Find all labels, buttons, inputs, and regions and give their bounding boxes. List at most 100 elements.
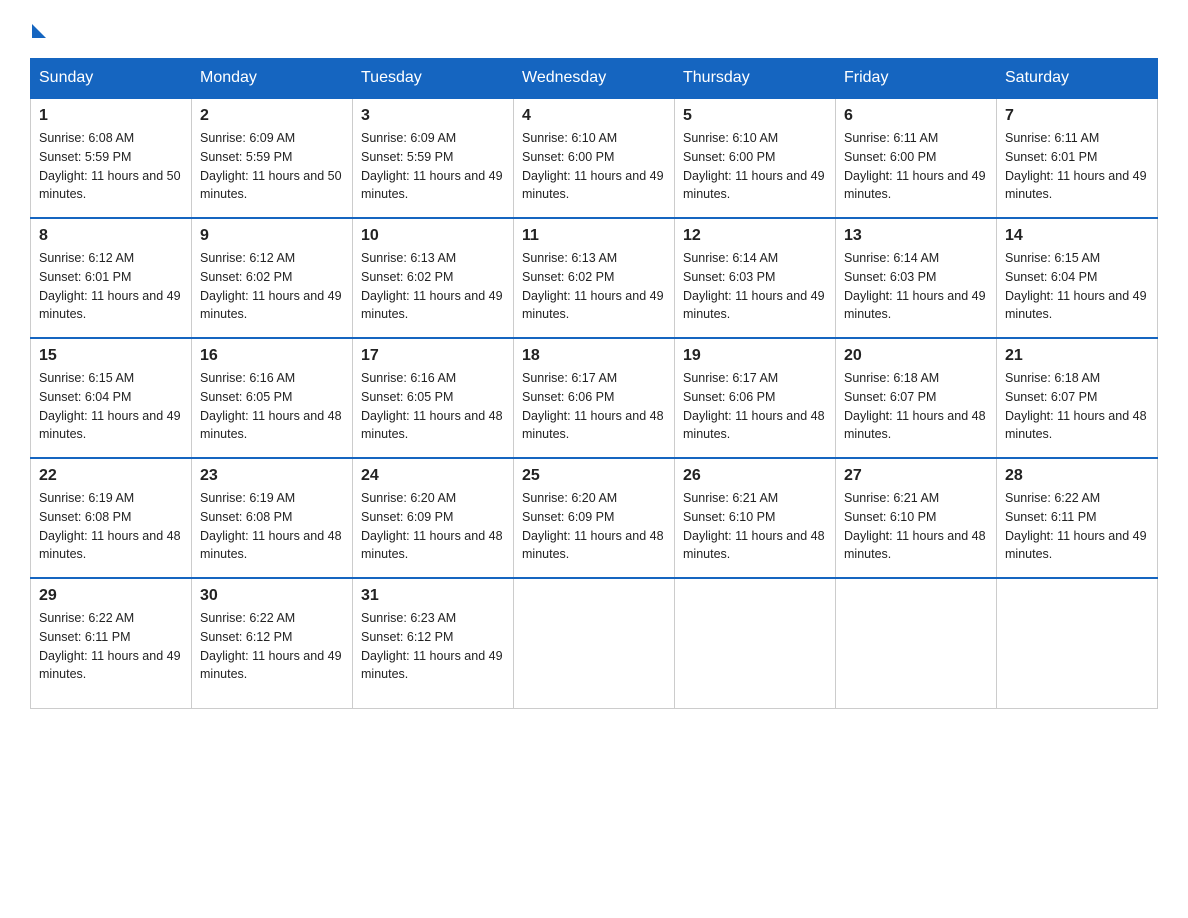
day-number: 12 bbox=[683, 227, 827, 245]
day-number: 15 bbox=[39, 347, 183, 365]
day-info: Sunrise: 6:09 AM Sunset: 5:59 PM Dayligh… bbox=[200, 129, 344, 204]
day-info: Sunrise: 6:20 AM Sunset: 6:09 PM Dayligh… bbox=[361, 489, 505, 564]
calendar-cell bbox=[675, 578, 836, 708]
calendar-cell: 2 Sunrise: 6:09 AM Sunset: 5:59 PM Dayli… bbox=[192, 98, 353, 218]
calendar-cell: 4 Sunrise: 6:10 AM Sunset: 6:00 PM Dayli… bbox=[514, 98, 675, 218]
logo bbox=[30, 20, 46, 38]
calendar-cell: 16 Sunrise: 6:16 AM Sunset: 6:05 PM Dayl… bbox=[192, 338, 353, 458]
day-info: Sunrise: 6:12 AM Sunset: 6:01 PM Dayligh… bbox=[39, 249, 183, 324]
calendar-cell: 30 Sunrise: 6:22 AM Sunset: 6:12 PM Dayl… bbox=[192, 578, 353, 708]
calendar-cell: 6 Sunrise: 6:11 AM Sunset: 6:00 PM Dayli… bbox=[836, 98, 997, 218]
day-info: Sunrise: 6:22 AM Sunset: 6:12 PM Dayligh… bbox=[200, 609, 344, 684]
day-info: Sunrise: 6:16 AM Sunset: 6:05 PM Dayligh… bbox=[200, 369, 344, 444]
day-info: Sunrise: 6:14 AM Sunset: 6:03 PM Dayligh… bbox=[844, 249, 988, 324]
day-number: 28 bbox=[1005, 467, 1149, 485]
calendar-cell: 31 Sunrise: 6:23 AM Sunset: 6:12 PM Dayl… bbox=[353, 578, 514, 708]
calendar-cell: 17 Sunrise: 6:16 AM Sunset: 6:05 PM Dayl… bbox=[353, 338, 514, 458]
calendar-cell: 18 Sunrise: 6:17 AM Sunset: 6:06 PM Dayl… bbox=[514, 338, 675, 458]
day-number: 14 bbox=[1005, 227, 1149, 245]
weekday-header-thursday: Thursday bbox=[675, 59, 836, 99]
day-info: Sunrise: 6:10 AM Sunset: 6:00 PM Dayligh… bbox=[522, 129, 666, 204]
calendar-cell: 24 Sunrise: 6:20 AM Sunset: 6:09 PM Dayl… bbox=[353, 458, 514, 578]
day-info: Sunrise: 6:10 AM Sunset: 6:00 PM Dayligh… bbox=[683, 129, 827, 204]
day-info: Sunrise: 6:08 AM Sunset: 5:59 PM Dayligh… bbox=[39, 129, 183, 204]
page-header bbox=[30, 20, 1158, 38]
day-number: 7 bbox=[1005, 107, 1149, 125]
day-info: Sunrise: 6:22 AM Sunset: 6:11 PM Dayligh… bbox=[1005, 489, 1149, 564]
calendar-cell: 27 Sunrise: 6:21 AM Sunset: 6:10 PM Dayl… bbox=[836, 458, 997, 578]
day-number: 24 bbox=[361, 467, 505, 485]
day-info: Sunrise: 6:11 AM Sunset: 6:01 PM Dayligh… bbox=[1005, 129, 1149, 204]
calendar-cell: 8 Sunrise: 6:12 AM Sunset: 6:01 PM Dayli… bbox=[31, 218, 192, 338]
weekday-header-tuesday: Tuesday bbox=[353, 59, 514, 99]
calendar-cell: 23 Sunrise: 6:19 AM Sunset: 6:08 PM Dayl… bbox=[192, 458, 353, 578]
day-info: Sunrise: 6:19 AM Sunset: 6:08 PM Dayligh… bbox=[39, 489, 183, 564]
calendar-cell: 19 Sunrise: 6:17 AM Sunset: 6:06 PM Dayl… bbox=[675, 338, 836, 458]
calendar-cell: 14 Sunrise: 6:15 AM Sunset: 6:04 PM Dayl… bbox=[997, 218, 1158, 338]
day-number: 9 bbox=[200, 227, 344, 245]
day-number: 1 bbox=[39, 107, 183, 125]
day-number: 26 bbox=[683, 467, 827, 485]
day-info: Sunrise: 6:17 AM Sunset: 6:06 PM Dayligh… bbox=[683, 369, 827, 444]
calendar-cell: 26 Sunrise: 6:21 AM Sunset: 6:10 PM Dayl… bbox=[675, 458, 836, 578]
day-number: 21 bbox=[1005, 347, 1149, 365]
day-number: 13 bbox=[844, 227, 988, 245]
day-info: Sunrise: 6:11 AM Sunset: 6:00 PM Dayligh… bbox=[844, 129, 988, 204]
day-number: 6 bbox=[844, 107, 988, 125]
calendar-cell: 22 Sunrise: 6:19 AM Sunset: 6:08 PM Dayl… bbox=[31, 458, 192, 578]
day-number: 25 bbox=[522, 467, 666, 485]
calendar-cell: 9 Sunrise: 6:12 AM Sunset: 6:02 PM Dayli… bbox=[192, 218, 353, 338]
calendar-cell bbox=[836, 578, 997, 708]
calendar-cell: 10 Sunrise: 6:13 AM Sunset: 6:02 PM Dayl… bbox=[353, 218, 514, 338]
calendar-cell: 3 Sunrise: 6:09 AM Sunset: 5:59 PM Dayli… bbox=[353, 98, 514, 218]
calendar-cell: 25 Sunrise: 6:20 AM Sunset: 6:09 PM Dayl… bbox=[514, 458, 675, 578]
day-number: 2 bbox=[200, 107, 344, 125]
day-info: Sunrise: 6:16 AM Sunset: 6:05 PM Dayligh… bbox=[361, 369, 505, 444]
day-number: 16 bbox=[200, 347, 344, 365]
calendar-cell: 11 Sunrise: 6:13 AM Sunset: 6:02 PM Dayl… bbox=[514, 218, 675, 338]
day-info: Sunrise: 6:13 AM Sunset: 6:02 PM Dayligh… bbox=[361, 249, 505, 324]
calendar-cell: 29 Sunrise: 6:22 AM Sunset: 6:11 PM Dayl… bbox=[31, 578, 192, 708]
day-info: Sunrise: 6:14 AM Sunset: 6:03 PM Dayligh… bbox=[683, 249, 827, 324]
calendar-cell: 12 Sunrise: 6:14 AM Sunset: 6:03 PM Dayl… bbox=[675, 218, 836, 338]
day-number: 17 bbox=[361, 347, 505, 365]
day-number: 27 bbox=[844, 467, 988, 485]
day-number: 19 bbox=[683, 347, 827, 365]
day-info: Sunrise: 6:09 AM Sunset: 5:59 PM Dayligh… bbox=[361, 129, 505, 204]
day-info: Sunrise: 6:22 AM Sunset: 6:11 PM Dayligh… bbox=[39, 609, 183, 684]
day-info: Sunrise: 6:21 AM Sunset: 6:10 PM Dayligh… bbox=[683, 489, 827, 564]
weekday-header-monday: Monday bbox=[192, 59, 353, 99]
day-info: Sunrise: 6:18 AM Sunset: 6:07 PM Dayligh… bbox=[844, 369, 988, 444]
day-info: Sunrise: 6:20 AM Sunset: 6:09 PM Dayligh… bbox=[522, 489, 666, 564]
calendar-cell: 28 Sunrise: 6:22 AM Sunset: 6:11 PM Dayl… bbox=[997, 458, 1158, 578]
weekday-header-wednesday: Wednesday bbox=[514, 59, 675, 99]
logo-arrow-icon bbox=[32, 24, 46, 38]
day-number: 8 bbox=[39, 227, 183, 245]
day-number: 30 bbox=[200, 587, 344, 605]
day-number: 18 bbox=[522, 347, 666, 365]
day-number: 23 bbox=[200, 467, 344, 485]
day-number: 10 bbox=[361, 227, 505, 245]
calendar-table: SundayMondayTuesdayWednesdayThursdayFrid… bbox=[30, 58, 1158, 709]
day-number: 31 bbox=[361, 587, 505, 605]
weekday-header-sunday: Sunday bbox=[31, 59, 192, 99]
day-number: 4 bbox=[522, 107, 666, 125]
calendar-cell bbox=[514, 578, 675, 708]
calendar-cell bbox=[997, 578, 1158, 708]
day-info: Sunrise: 6:15 AM Sunset: 6:04 PM Dayligh… bbox=[39, 369, 183, 444]
day-info: Sunrise: 6:23 AM Sunset: 6:12 PM Dayligh… bbox=[361, 609, 505, 684]
day-number: 22 bbox=[39, 467, 183, 485]
day-number: 5 bbox=[683, 107, 827, 125]
day-info: Sunrise: 6:19 AM Sunset: 6:08 PM Dayligh… bbox=[200, 489, 344, 564]
calendar-cell: 5 Sunrise: 6:10 AM Sunset: 6:00 PM Dayli… bbox=[675, 98, 836, 218]
day-info: Sunrise: 6:18 AM Sunset: 6:07 PM Dayligh… bbox=[1005, 369, 1149, 444]
calendar-cell: 13 Sunrise: 6:14 AM Sunset: 6:03 PM Dayl… bbox=[836, 218, 997, 338]
weekday-header-saturday: Saturday bbox=[997, 59, 1158, 99]
day-info: Sunrise: 6:17 AM Sunset: 6:06 PM Dayligh… bbox=[522, 369, 666, 444]
day-info: Sunrise: 6:21 AM Sunset: 6:10 PM Dayligh… bbox=[844, 489, 988, 564]
day-number: 3 bbox=[361, 107, 505, 125]
calendar-cell: 21 Sunrise: 6:18 AM Sunset: 6:07 PM Dayl… bbox=[997, 338, 1158, 458]
day-info: Sunrise: 6:15 AM Sunset: 6:04 PM Dayligh… bbox=[1005, 249, 1149, 324]
calendar-cell: 7 Sunrise: 6:11 AM Sunset: 6:01 PM Dayli… bbox=[997, 98, 1158, 218]
weekday-header-friday: Friday bbox=[836, 59, 997, 99]
